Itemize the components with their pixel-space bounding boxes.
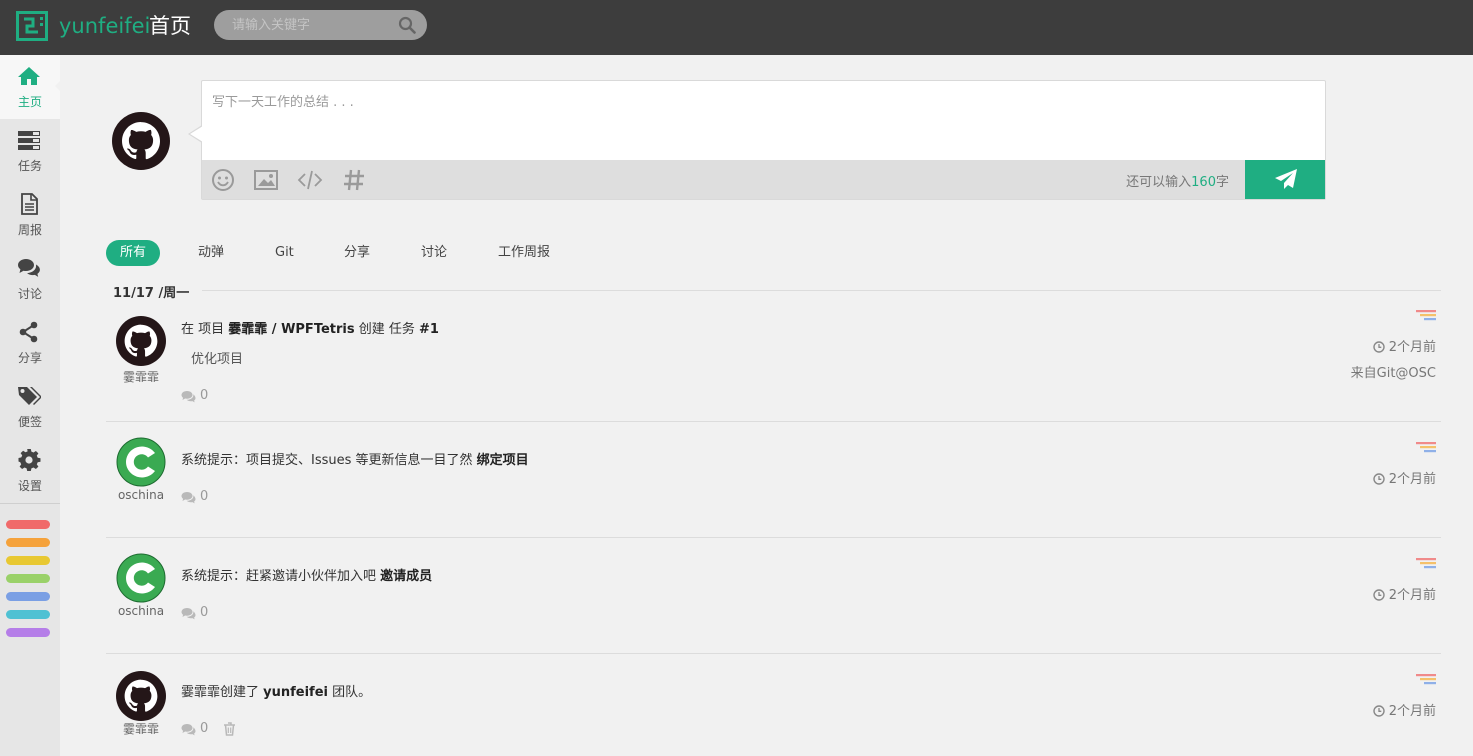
send-button[interactable] bbox=[1245, 160, 1325, 199]
sidebar-item-settings[interactable]: 设置 bbox=[0, 439, 60, 503]
comment-button[interactable]: 0 bbox=[181, 605, 208, 625]
color-tag-red[interactable] bbox=[6, 520, 50, 529]
sidebar-item-weekly[interactable]: 周报 bbox=[0, 183, 60, 247]
sidebar-item-discuss[interactable]: 讨论 bbox=[0, 247, 60, 311]
image-icon[interactable] bbox=[253, 167, 279, 193]
feed-title: 系统提示：赶紧邀请小伙伴加入吧 邀请成员 bbox=[181, 569, 433, 584]
feed-title: 系统提示：项目提交、Issues 等更新信息一目了然 绑定项目 bbox=[181, 453, 529, 468]
brand-name[interactable]: yunfeifei bbox=[59, 13, 150, 39]
hashtag-icon[interactable] bbox=[341, 167, 367, 193]
feed-time: 2个月前 bbox=[1373, 336, 1436, 355]
gear-icon bbox=[18, 449, 41, 471]
home-icon bbox=[18, 67, 40, 85]
feed-time: 2个月前 bbox=[1373, 700, 1436, 719]
project-link[interactable]: 霎霏霏 / WPFTetris bbox=[228, 322, 354, 337]
sidebar-item-label: 设置 bbox=[17, 479, 42, 493]
trash-icon[interactable] bbox=[223, 722, 236, 736]
feed-time: 2个月前 bbox=[1373, 584, 1436, 603]
composer: 还可以输入160字 bbox=[188, 80, 1326, 200]
feed-divider bbox=[106, 537, 1441, 538]
tab-tweets[interactable]: 动弹 bbox=[184, 240, 238, 266]
color-tag-blue[interactable] bbox=[6, 592, 50, 601]
feed-desc: 优化项目 bbox=[191, 352, 244, 367]
color-tag-green[interactable] bbox=[6, 574, 50, 583]
feed-user[interactable]: oschina bbox=[106, 604, 176, 618]
sidebar-item-home[interactable]: 主页 bbox=[0, 55, 60, 119]
share-icon bbox=[19, 321, 38, 343]
comment-icon bbox=[181, 491, 197, 505]
clock-icon bbox=[1373, 705, 1385, 717]
page-title: 首页 bbox=[149, 14, 191, 38]
sidebar-divider bbox=[0, 503, 60, 504]
sidebar-item-label: 主页 bbox=[17, 95, 42, 109]
logo-icon[interactable] bbox=[16, 11, 48, 41]
date-heading: 11/17 /周一 bbox=[113, 286, 190, 301]
emoji-icon[interactable] bbox=[210, 167, 236, 193]
sidebar-item-label: 便签 bbox=[17, 415, 42, 429]
tab-all[interactable]: 所有 bbox=[106, 240, 161, 266]
comments-icon bbox=[18, 259, 40, 277]
clock-icon bbox=[1373, 589, 1385, 601]
issue-link[interactable]: #1 bbox=[419, 322, 439, 337]
sidebar-item-share[interactable]: 分享 bbox=[0, 311, 60, 375]
sidebar-item-notes[interactable]: 便签 bbox=[0, 375, 60, 439]
invite-members-link[interactable]: 邀请成员 bbox=[380, 569, 432, 584]
tasks-icon bbox=[18, 131, 40, 150]
char-counter: 还可以输入160字 bbox=[1126, 175, 1229, 190]
document-icon bbox=[21, 193, 38, 215]
feed-user[interactable]: 霎霏霏 bbox=[106, 720, 176, 737]
user-avatar[interactable] bbox=[112, 112, 170, 170]
color-tag-orange[interactable] bbox=[6, 538, 50, 547]
flag-icon[interactable] bbox=[1416, 674, 1436, 688]
sidebar: 主页 任务 周报 讨论 分享 便签 设置 bbox=[0, 55, 60, 756]
github-octocat-icon[interactable] bbox=[116, 316, 166, 366]
sidebar-item-label: 周报 bbox=[17, 223, 42, 237]
search-input[interactable] bbox=[232, 16, 392, 34]
search-icon[interactable] bbox=[398, 16, 416, 34]
feed-title: 霎霏霏创建了 yunfeifei 团队。 bbox=[181, 685, 372, 700]
composer-toolbar: 还可以输入160字 bbox=[202, 160, 1325, 199]
flag-icon[interactable] bbox=[1416, 310, 1436, 324]
comment-icon bbox=[181, 390, 197, 404]
flag-icon[interactable] bbox=[1416, 442, 1436, 456]
tags-icon bbox=[18, 387, 41, 405]
color-tag-purple[interactable] bbox=[6, 628, 50, 637]
top-bar: yunfeifei 首页 bbox=[0, 0, 1473, 55]
paper-plane-icon bbox=[1275, 169, 1297, 189]
tab-share[interactable]: 分享 bbox=[330, 240, 384, 266]
comment-button[interactable]: 0 bbox=[181, 721, 208, 741]
search-box bbox=[214, 10, 427, 40]
comment-button[interactable]: 0 bbox=[181, 388, 208, 408]
feed-user[interactable]: oschina bbox=[106, 488, 176, 502]
summary-textarea[interactable] bbox=[212, 91, 1312, 157]
clock-icon bbox=[1373, 473, 1385, 485]
tab-discuss[interactable]: 讨论 bbox=[407, 240, 461, 266]
sidebar-item-label: 任务 bbox=[17, 159, 42, 173]
flag-icon[interactable] bbox=[1416, 558, 1436, 572]
feed-source[interactable]: 来自Git@OSC bbox=[1351, 362, 1436, 381]
team-link[interactable]: yunfeifei bbox=[263, 685, 328, 700]
sidebar-item-tasks[interactable]: 任务 bbox=[0, 119, 60, 183]
tab-git[interactable]: Git bbox=[261, 240, 308, 266]
tab-weekly-report[interactable]: 工作周报 bbox=[484, 240, 564, 266]
date-divider bbox=[202, 290, 1441, 291]
feed-title: 在 项目 霎霏霏 / WPFTetris 创建 任务 #1 bbox=[181, 322, 439, 337]
color-tag-cyan[interactable] bbox=[6, 610, 50, 619]
sidebar-item-label: 分享 bbox=[17, 351, 42, 365]
feed-divider bbox=[106, 653, 1441, 654]
github-octocat-icon[interactable] bbox=[116, 671, 166, 721]
comment-icon bbox=[181, 607, 197, 621]
clock-icon bbox=[1373, 341, 1385, 353]
comment-button[interactable]: 0 bbox=[181, 489, 208, 509]
oschina-logo-icon[interactable] bbox=[116, 437, 166, 487]
comment-icon bbox=[181, 723, 197, 737]
color-tag-yellow[interactable] bbox=[6, 556, 50, 565]
feed-divider bbox=[106, 421, 1441, 422]
feed-time: 2个月前 bbox=[1373, 468, 1436, 487]
bind-project-link[interactable]: 绑定项目 bbox=[477, 453, 529, 468]
code-icon[interactable] bbox=[297, 167, 323, 193]
sidebar-item-label: 讨论 bbox=[17, 287, 42, 301]
feed-user[interactable]: 霎霏霏 bbox=[106, 368, 176, 385]
oschina-logo-icon[interactable] bbox=[116, 553, 166, 603]
